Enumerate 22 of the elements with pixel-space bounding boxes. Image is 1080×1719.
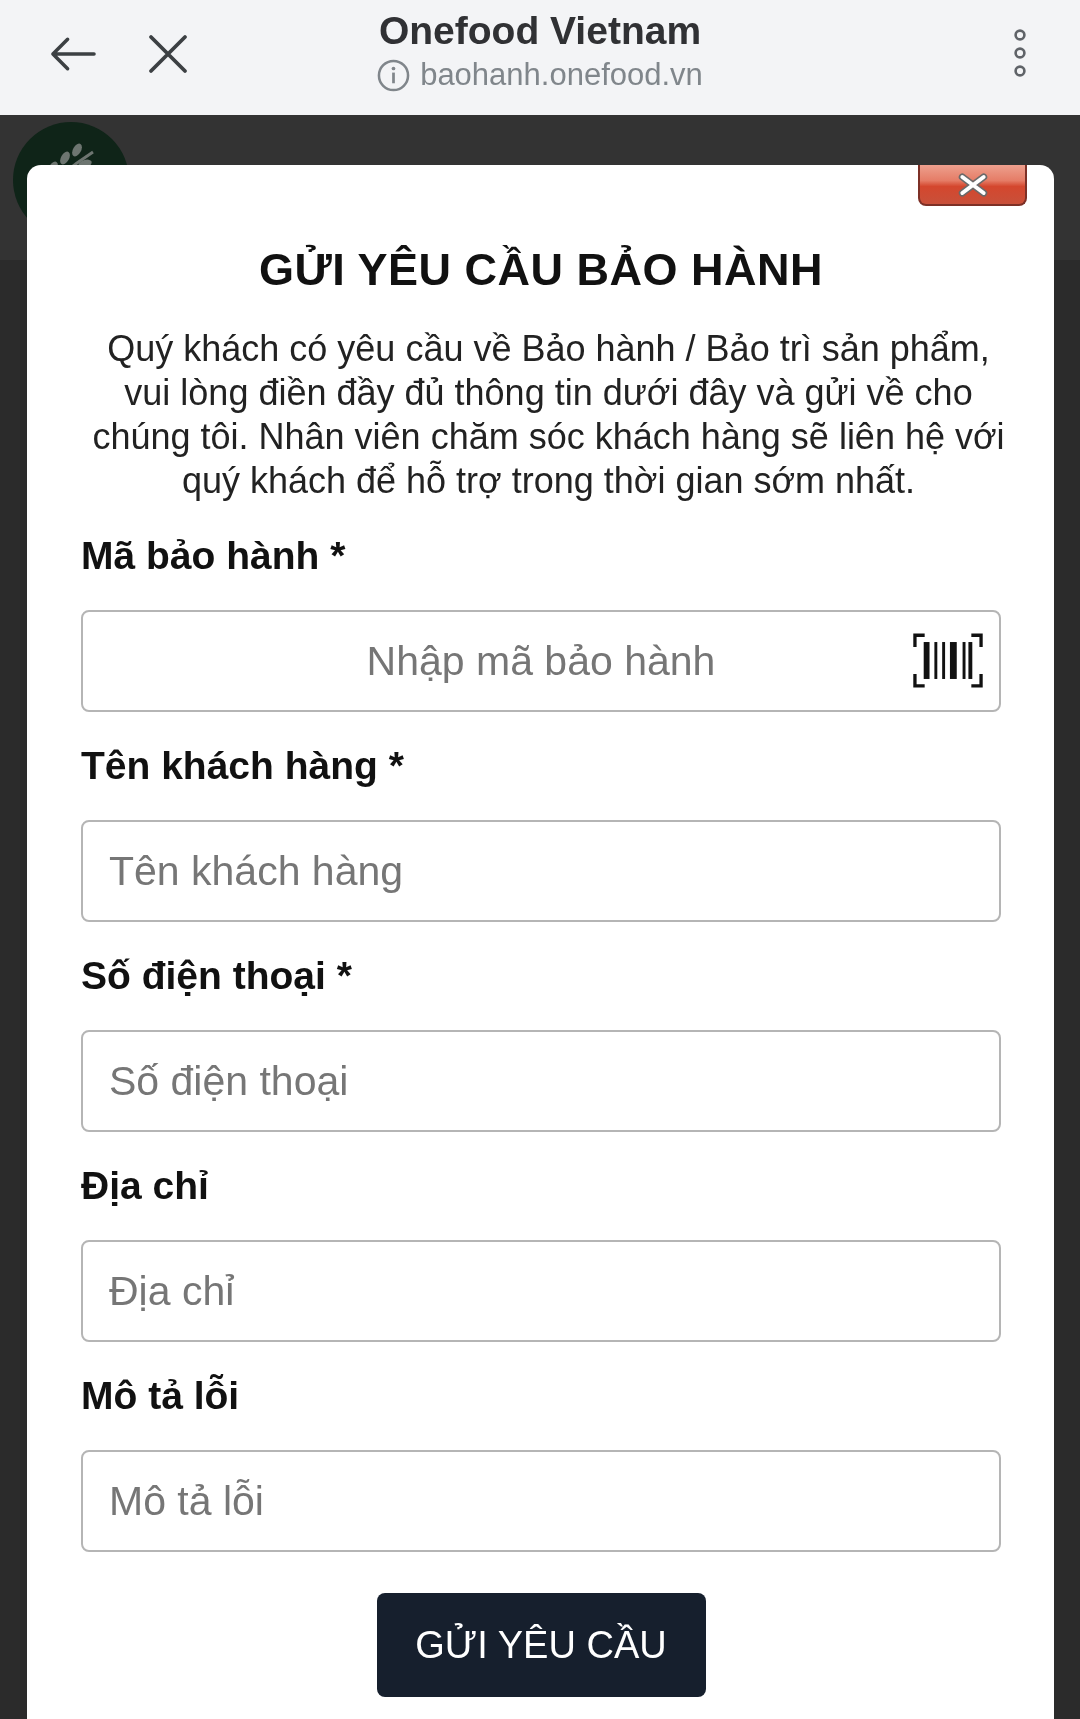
page-title: Onefood Vietnam — [378, 9, 702, 53]
field-label: Địa chỉ — [81, 1164, 209, 1208]
info-icon[interactable] — [377, 58, 411, 92]
input-field[interactable]: Nhập mã bảo hành — [81, 610, 1001, 712]
input-field[interactable]: Mô tả lỗi — [81, 1450, 1001, 1552]
submit-button[interactable]: GỬI YÊU CẦU — [376, 1593, 706, 1697]
barcode-scan-icon[interactable] — [913, 633, 983, 688]
field-label: Số điện thoại * — [81, 954, 352, 998]
more-options-icon[interactable] — [1013, 28, 1027, 78]
input-field[interactable]: Số điện thoại — [81, 1030, 1001, 1132]
input-field[interactable]: Tên khách hàng — [81, 820, 1001, 922]
close-button[interactable] — [918, 165, 1027, 206]
field-label: Tên khách hàng * — [81, 744, 404, 788]
dialog-description: Quý khách có yêu cầu về Bảo hành / Bảo trì sản phẩm, vui lòng điền đầy đủ thông tin dưới đây và gửi về cho chúng tôi. Nhân viên chăm sóc khách hàng sẽ liên hệ với quý khách để hỗ trợ trong thời gian sớm nhất. — [91, 327, 1006, 503]
input-field[interactable]: Địa chỉ — [81, 1240, 1001, 1342]
field-label: Mã bảo hành * — [81, 534, 346, 578]
dialog-title: GỬI YÊU CẦU BẢO HÀNH — [257, 245, 824, 295]
back-arrow-icon[interactable] — [49, 36, 96, 72]
url-text: baohanh.onefood.vn — [420, 57, 703, 93]
field-label: Mô tả lỗi — [81, 1374, 240, 1418]
close-icon — [956, 172, 989, 197]
close-icon[interactable] — [148, 34, 188, 74]
